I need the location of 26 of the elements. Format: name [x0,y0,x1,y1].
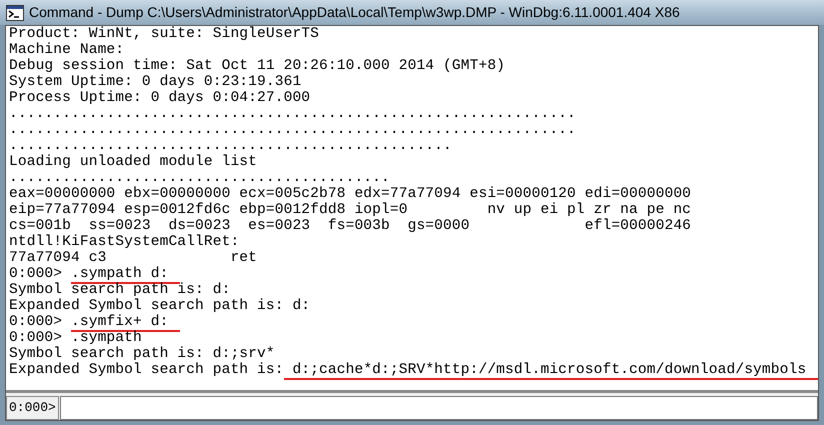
output-line: ................................................................ [9,106,577,122]
command-input[interactable] [60,396,818,420]
output-line: ................................................................ [9,122,577,138]
output-line: eip=77a77094 esp=0012fd6c ebp=0012fdd8 iopl=0 nv up ei pl zr na pe nc [9,202,692,218]
output-line: Debug session time: Sat Oct 11 20:26:10.000 2014 (GMT+8) [9,58,506,74]
output-line: 0:000> .sympath d: [9,266,818,282]
output-line: .................................................. [9,138,453,154]
output-line: Loading unloaded module list [9,154,258,170]
output-line: 0:000> .symfix+ d: [9,314,818,330]
output-line: Symbol search path is: d: [9,282,232,298]
output-line: Expanded Symbol search path is: d: [9,298,312,314]
output-line: System Uptime: 0 days 0:23:19.361 [9,74,302,90]
output-line: 0:000> .sympath [9,330,143,346]
output-line: Symbol search path is: d:;srv* [9,346,276,362]
output-line: 77a77094 c3 ret [9,250,258,266]
output-line: ........................................... [9,170,391,186]
output-line: eax=00000000 ebx=00000000 ecx=005c2b78 edx=77a77094 esi=00000120 edi=00000000 [9,186,692,202]
output-line: ntdll!KiFastSystemCallRet: [9,234,240,250]
window-title: Command - Dump C:\Users\Administrator\AppData\Local\Temp\w3wp.DMP - WinDbg:6.11.0001.404 X86 [29,3,680,22]
output-line: Machine Name: [9,42,126,58]
output-line: Product: WinNt, suite: SingleUserTS [9,26,320,42]
console-icon [6,4,24,20]
output-line: cs=001b ss=0023 ds=0023 es=0023 fs=003b gs=0000 efl=00000246 [9,218,692,234]
output-line: Expanded Symbol search path is: d:;cache*d:;SRV*http://msdl.microsoft.com/download/symbols [9,362,818,378]
command-prompt: 0:000> [6,396,59,420]
output-line: Process Uptime: 0 days 0:04:27.000 [9,90,312,106]
